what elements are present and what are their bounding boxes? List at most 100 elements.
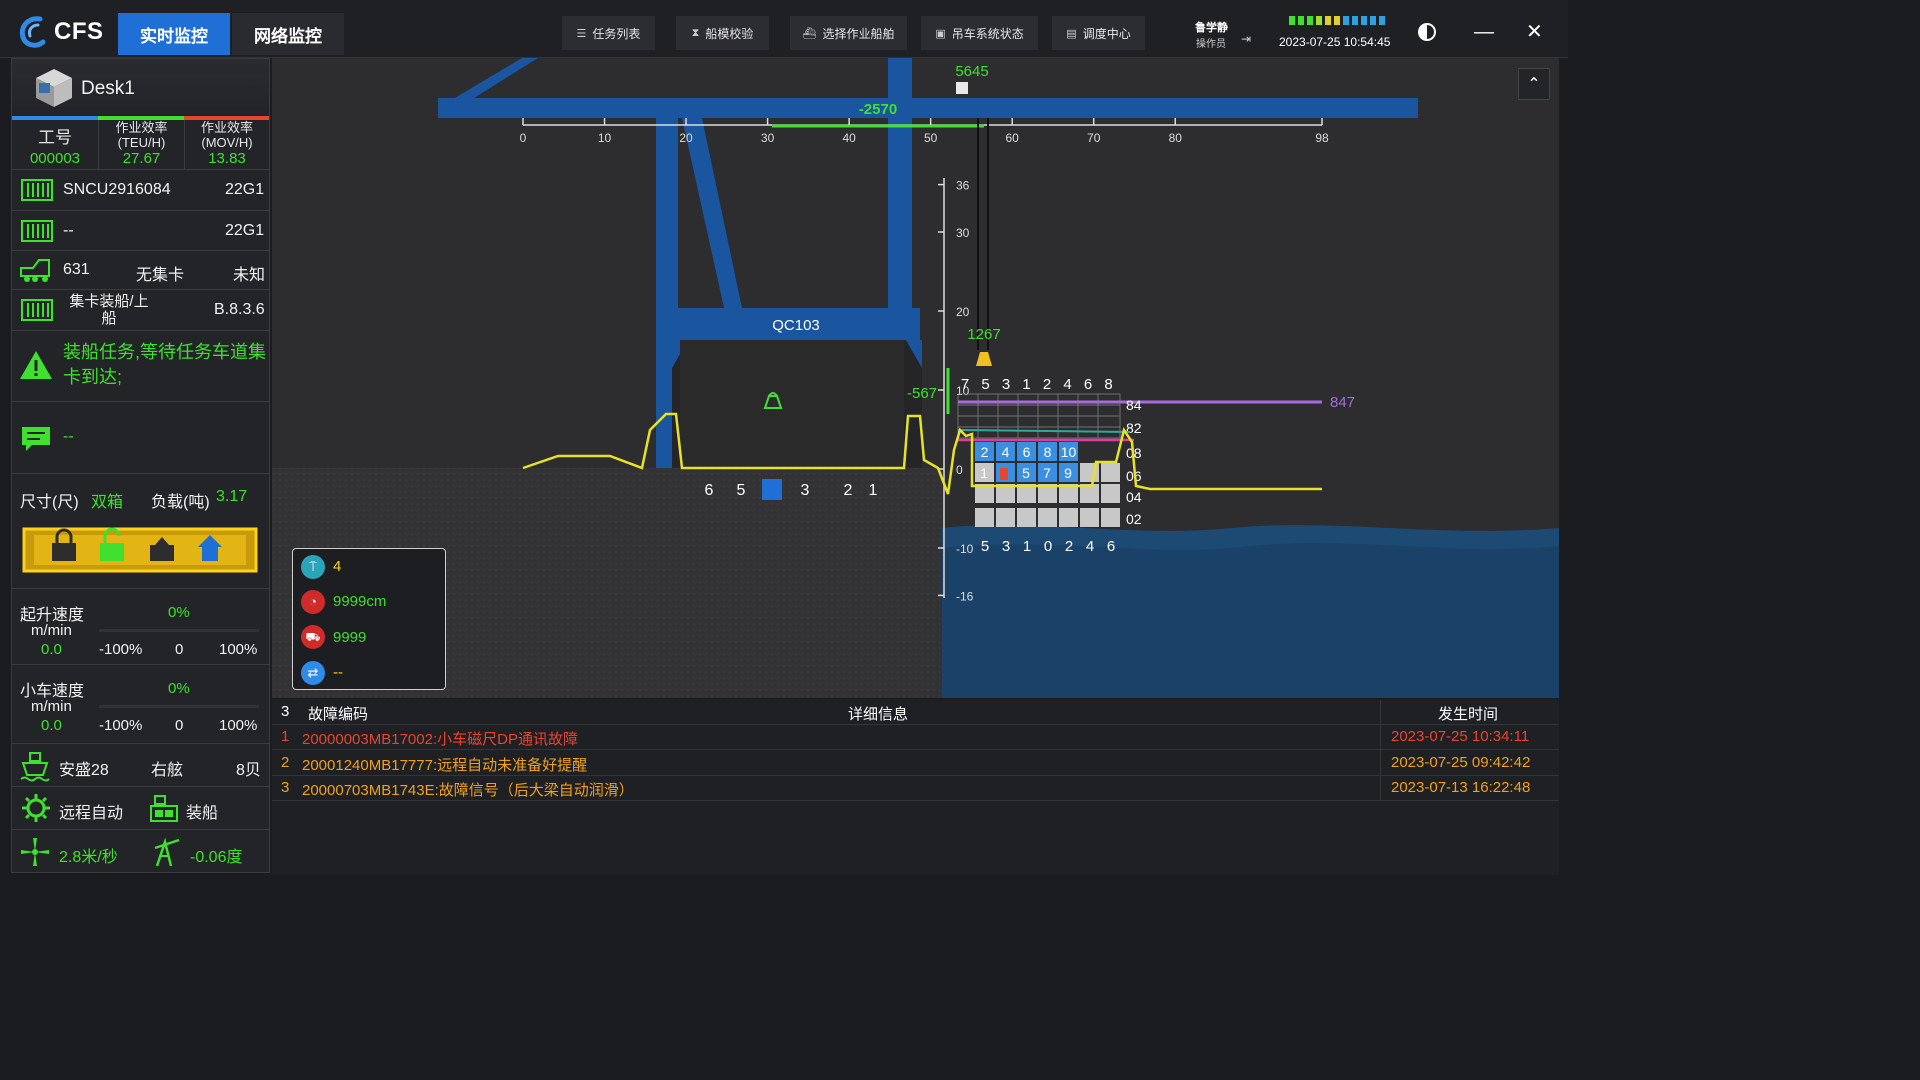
lane-number: 3 — [801, 482, 810, 499]
hoist-speed-max: 100% — [219, 641, 258, 658]
task-type-row: 集卡装船/上船 B.8.3.6 — [12, 290, 269, 331]
hoist-speed-row: 起升速度 m/min 0% 0.0 -100% 0 100% — [12, 589, 269, 665]
ruler-tick-label: 50 — [924, 131, 938, 145]
alert-row: 装船任务,等待任务车道集卡到达; — [12, 331, 269, 402]
bay-column-bottom: 2 — [1065, 538, 1073, 555]
tier-label: 02 — [1126, 511, 1142, 527]
task-list-label: 任务列表 — [592, 26, 641, 41]
signal-bar — [1334, 16, 1340, 25]
container-icon — [21, 220, 53, 242]
fault-detail: 20000003MB17002:小车磁尺DP通讯故障 — [302, 731, 578, 748]
hold-cell-number: 4 — [1002, 444, 1010, 460]
efficiency-row: 工号 000003 作业效率 (TEU/H) 27.67 作业效率 (MOV/H… — [12, 120, 269, 170]
hold-cell-number: 1 — [980, 465, 988, 481]
swap-icon: ⇄ — [301, 661, 325, 685]
hourglass-icon: ⧗ — [691, 26, 700, 39]
wind-row: 2.8米/秒 -0.06度 — [12, 830, 269, 873]
ship-model-check-button[interactable]: ⧗ 船模校验 — [676, 16, 769, 50]
fault-detail: 20000703MB1743E:故障信号（后大梁自动润滑） — [302, 782, 634, 799]
fault-count: 3 — [281, 703, 290, 720]
tab-realtime-monitor[interactable]: 实时监控 — [118, 13, 230, 55]
ruler-tick-label: 60 — [1006, 131, 1020, 145]
ruler-tick-label: 70 — [1087, 131, 1101, 145]
ruler-tick-label: 20 — [679, 131, 693, 145]
cfs-logo-icon — [19, 16, 46, 48]
fault-row[interactable]: 1 20000003MB17002:小车磁尺DP通讯故障 2023-07-25 … — [272, 725, 1559, 750]
container-id-2: -- — [63, 222, 74, 239]
hold-cell-number: 9 — [1064, 465, 1072, 481]
warning-icon — [20, 351, 52, 379]
monitor-icon: ▣ — [935, 27, 946, 40]
truck-state: 未知 — [233, 267, 266, 284]
trolley-speed-mid: 0 — [175, 717, 184, 734]
info-swap-value: -- — [333, 664, 343, 681]
container-id-1: SNCU2916084 — [63, 181, 171, 198]
task-list-button[interactable]: ☰ 任务列表 — [562, 16, 655, 50]
truck-number: 631 — [63, 261, 90, 278]
user-role: 操作员 — [1196, 39, 1226, 50]
task-type-label: 集卡装船/上船 — [69, 293, 149, 327]
mov-efficiency-value: 13.83 — [208, 150, 246, 167]
height-tick-label: -16 — [956, 589, 974, 603]
container-icon — [21, 179, 53, 201]
lane-icon: ⍑ — [301, 555, 325, 579]
current-datetime: 2023-07-25 10:54:45 — [1279, 35, 1391, 49]
hold-cell-number: 2 — [981, 444, 989, 460]
message-icon — [22, 427, 50, 451]
height-tick-label: -10 — [956, 542, 974, 556]
lane-number: 2 — [844, 482, 853, 499]
bay-column-top: 4 — [1063, 376, 1071, 393]
fault-row[interactable]: 3 20000703MB1743E:故障信号（后大梁自动润滑） 2023-07-… — [272, 776, 1559, 801]
teu-efficiency-label: 作业效率 (TEU/H) — [115, 120, 168, 150]
minimize-icon[interactable]: — — [1474, 21, 1494, 44]
collapse-up-icon[interactable]: ⌃ — [1518, 68, 1550, 100]
clearance-line — [957, 429, 1131, 433]
user-name: 鲁学静 — [1195, 22, 1228, 34]
select-vessel-label: 选择作业船舶 — [822, 26, 895, 41]
vessel-name: 安盛28 — [59, 762, 109, 779]
fault-time: 2023-07-13 16:22:48 — [1391, 779, 1531, 796]
truck-icon — [20, 259, 50, 282]
bay-column-top: 2 — [1043, 376, 1051, 393]
crane-status-button[interactable]: ▣ 吊车系统状态 — [921, 16, 1038, 50]
bay-column-top: 3 — [1002, 376, 1010, 393]
signal-bar — [1361, 16, 1367, 25]
crane-status-panel: Desk1 工号 000003 作业效率 (TEU/H) 27.67 作业效率 … — [11, 58, 270, 873]
spreader-position-marker — [976, 352, 992, 366]
distance-icon: ◔ — [301, 590, 325, 614]
spreader-row: 尺寸(尺) 双箱 负载(吨) 3.17 — [12, 474, 269, 589]
hoist-speed-min: -100% — [99, 641, 143, 658]
hoist-value: 1267 — [967, 326, 1000, 343]
worker-id-label: 工号 — [38, 128, 72, 147]
crane-name: QC103 — [772, 317, 820, 334]
signal-strength-indicator — [1289, 16, 1385, 25]
select-vessel-button[interactable]: ⛴ 选择作业船舶 — [790, 16, 907, 50]
active-lane-highlight — [762, 479, 782, 500]
ruler-tick-label: 10 — [598, 131, 612, 145]
fault-row[interactable]: 2 20001240MB17777:远程自动未准备好提醒 2023-07-25 … — [272, 751, 1559, 776]
bay-column-top: 7 — [961, 376, 969, 393]
bay-column-bottom: 3 — [1002, 538, 1010, 555]
desk-header: Desk1 — [12, 59, 269, 119]
dispatch-center-button[interactable]: ▤ 调度中心 — [1052, 16, 1145, 50]
task-position: B.8.3.6 — [214, 301, 265, 318]
app-title: CFS — [54, 18, 104, 45]
trolley-speed-value: 0.0 — [41, 717, 62, 734]
trolley-marker — [956, 82, 968, 94]
trolley-speed-bar — [99, 705, 259, 708]
close-icon[interactable]: ✕ — [1526, 19, 1543, 44]
container-row-2: -- 22G1 — [12, 211, 269, 251]
teu-efficiency-value: 27.67 — [122, 150, 161, 167]
spreader-size-value: 双箱 — [91, 494, 124, 511]
info-box: ⍑ 4 ◔ 9999cm ⛟ 9999 ⇄ -- — [292, 548, 446, 690]
crane-structure — [438, 58, 1418, 468]
bay-column-bottom: 4 — [1086, 538, 1094, 555]
theme-toggle-icon[interactable] — [1418, 23, 1436, 41]
logout-icon[interactable]: ⇥ — [1241, 32, 1251, 46]
signal-bar — [1316, 16, 1322, 25]
header-time: 发生时间 — [1438, 706, 1499, 723]
tab-network-monitor[interactable]: 网络监控 — [232, 13, 344, 55]
fault-table: 3 故障编码 详细信息 发生时间 1 20000003MB17002:小车磁尺D… — [272, 700, 1559, 875]
signal-bar — [1352, 16, 1358, 25]
lane-number: 5 — [737, 482, 746, 499]
